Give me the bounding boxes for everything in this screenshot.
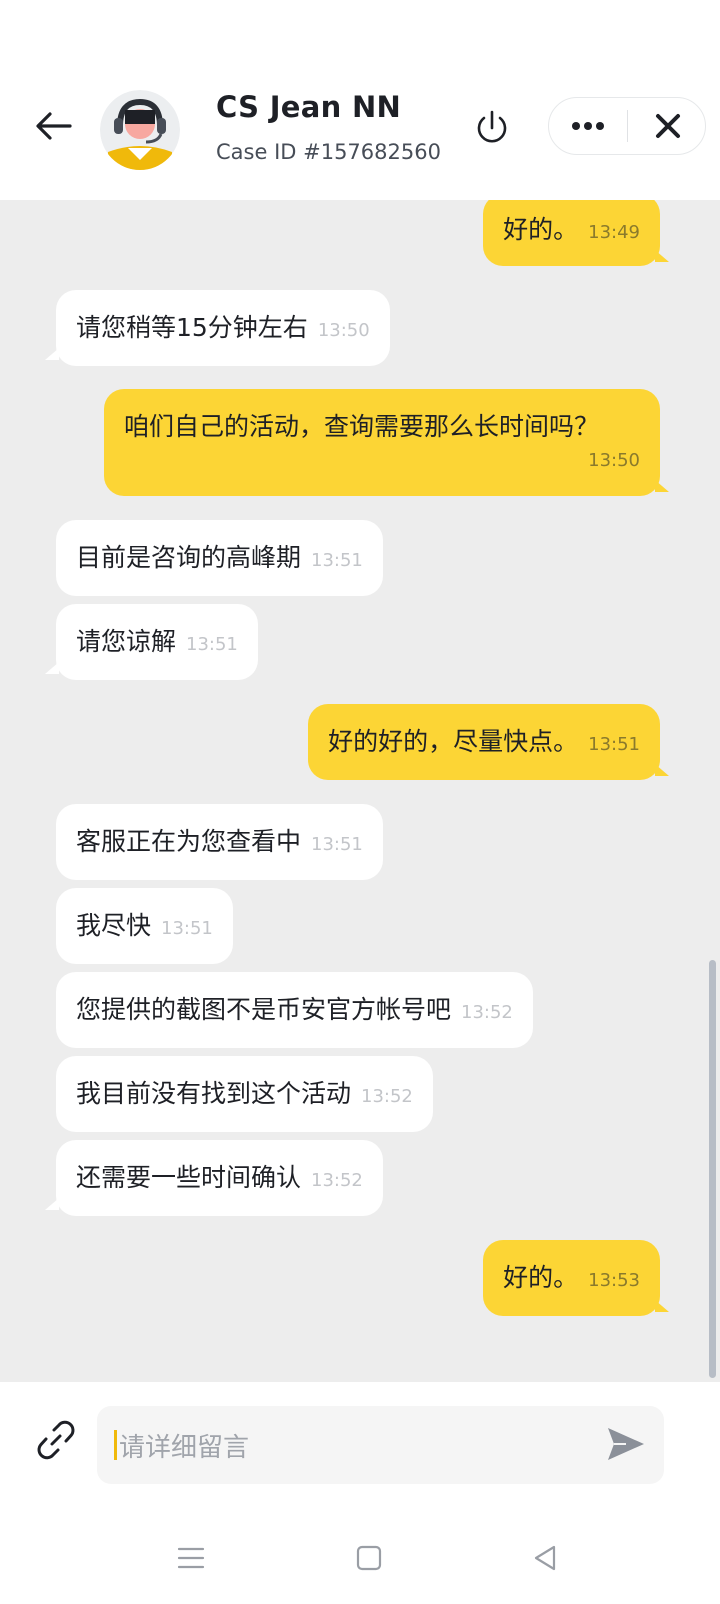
more-button[interactable] [549, 98, 627, 154]
message-time: 13:51 [186, 634, 238, 655]
message-bubble-incoming[interactable]: 请您稍等15分钟左右 13:50 [56, 290, 390, 366]
bubble-tail [45, 1198, 59, 1210]
chat-header: CS Jean NN Case ID #157682560 [0, 0, 720, 200]
bubble-tail [45, 348, 59, 360]
message-bubble-incoming[interactable]: 我尽快 13:51 [56, 888, 233, 964]
message-bubble-outgoing[interactable]: 咱们自己的活动，查询需要那么长时间吗？ 13:50 [104, 389, 660, 496]
message-time: 13:52 [461, 1002, 513, 1023]
message-time: 13:51 [588, 734, 640, 755]
message-time: 13:53 [588, 1270, 640, 1291]
message-text: 请您谅解 [76, 627, 177, 656]
message-time: 13:51 [311, 834, 363, 855]
link-icon [37, 1420, 75, 1460]
bubble-tail [655, 480, 669, 492]
message-text: 咱们自己的活动，查询需要那么长时间吗？ [124, 412, 600, 441]
home-square-icon [356, 1545, 382, 1571]
power-icon [477, 110, 507, 143]
message-bubble-incoming[interactable]: 目前是咨询的高峰期 13:51 [56, 520, 383, 596]
send-icon [608, 1428, 644, 1460]
message-time: 13:50 [588, 450, 640, 471]
message-text: 好的好的，尽量快点。 [328, 727, 579, 756]
agent-name: CS Jean NN [216, 90, 402, 124]
back-button[interactable] [34, 106, 74, 146]
message-list[interactable]: 好的。 13:49 请您稍等15分钟左右 13:50 咱们自己的活动，查询需要那么长… [0, 200, 720, 1382]
bubble-tail [45, 662, 59, 674]
nav-home-button[interactable] [355, 1544, 383, 1572]
message-time: 13:52 [361, 1086, 413, 1107]
close-icon [656, 114, 680, 138]
message-text: 目前是咨询的高峰期 [76, 543, 302, 572]
message-text: 您提供的截图不是币安官方帐号吧 [76, 995, 452, 1024]
agent-avatar [100, 90, 180, 170]
message-time: 13:52 [311, 1170, 363, 1191]
menu-icon [177, 1547, 205, 1569]
bubble-tail [655, 250, 669, 262]
more-horizontal-icon [572, 122, 604, 130]
nav-recent-apps-button[interactable] [176, 1545, 206, 1571]
message-text: 我目前没有找到这个活动 [76, 1079, 352, 1108]
message-bubble-incoming[interactable]: 还需要一些时间确认 13:52 [56, 1140, 383, 1216]
message-text: 客服正在为您查看中 [76, 827, 302, 856]
nav-back-button[interactable] [532, 1544, 558, 1572]
close-button[interactable] [629, 98, 707, 154]
message-text: 还需要一些时间确认 [76, 1163, 302, 1192]
message-bubble-outgoing[interactable]: 好的好的，尽量快点。 13:51 [308, 704, 660, 780]
message-bubble-incoming[interactable]: 请您谅解 13:51 [56, 604, 258, 680]
message-bubble-outgoing[interactable]: 好的。 13:49 [483, 200, 660, 266]
message-time: 13:51 [161, 918, 213, 939]
pill-divider [627, 110, 628, 142]
message-time: 13:49 [588, 222, 640, 243]
header-action-pill [548, 97, 706, 155]
message-text: 好的。 [503, 215, 579, 244]
message-bubble-outgoing[interactable]: 好的。 13:53 [483, 1240, 660, 1316]
attach-button[interactable] [34, 1418, 78, 1462]
scrollbar[interactable] [709, 960, 716, 1378]
message-bubble-incoming[interactable]: 客服正在为您查看中 13:51 [56, 804, 383, 880]
message-text: 我尽快 [76, 911, 152, 940]
case-id: Case ID #157682560 [216, 140, 441, 164]
arrow-left-icon [36, 112, 72, 140]
message-time: 13:51 [311, 550, 363, 571]
message-input-placeholder: 请详细留言 [119, 1433, 250, 1463]
message-time: 13:50 [317, 320, 370, 341]
message-input[interactable]: 请详细留言 [97, 1406, 664, 1484]
end-chat-button[interactable] [472, 108, 512, 148]
bubble-tail [655, 764, 669, 776]
message-bubble-incoming[interactable]: 您提供的截图不是币安官方帐号吧 13:52 [56, 972, 533, 1048]
message-text: 请您稍等15分钟左右 [76, 313, 308, 342]
message-text: 好的。 [503, 1263, 579, 1292]
send-button[interactable] [604, 1424, 648, 1464]
triangle-back-icon [534, 1545, 556, 1571]
message-bubble-incoming[interactable]: 我目前没有找到这个活动 13:52 [56, 1056, 433, 1132]
bubble-tail [655, 1300, 669, 1312]
text-caret [114, 1430, 117, 1460]
